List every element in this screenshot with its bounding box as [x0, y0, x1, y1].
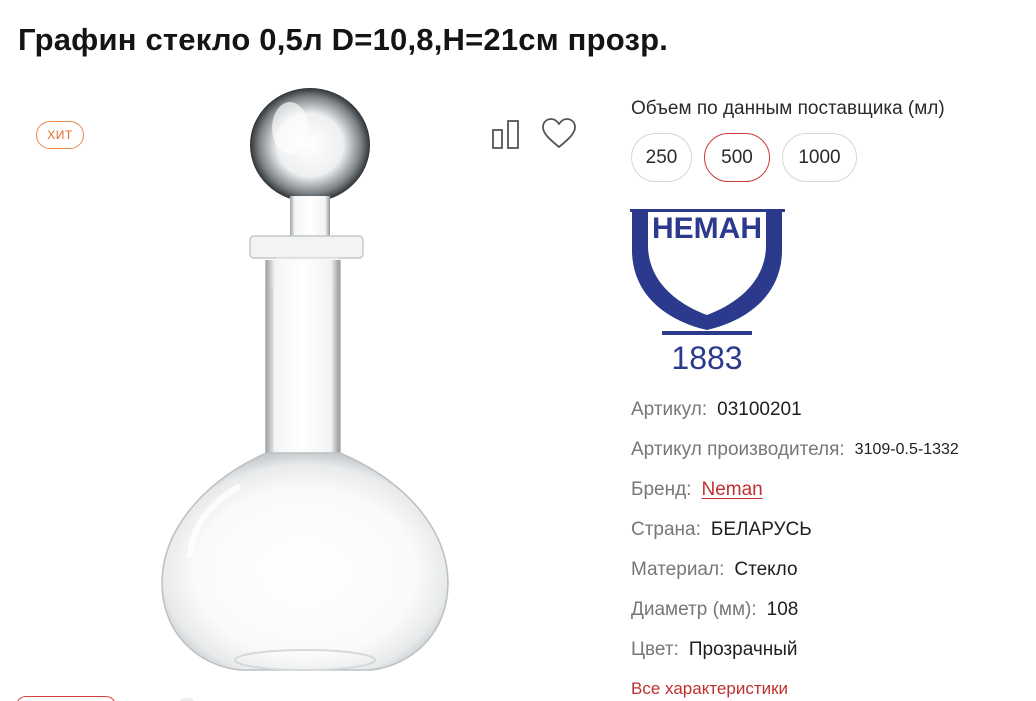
spec-label: Материал: [631, 559, 725, 580]
spec-row-article: Артикул: 03100201 [631, 390, 1031, 430]
product-options: Объем по данным поставщика (мл) 250 500 … [631, 90, 1031, 182]
spec-label: Страна: [631, 519, 701, 540]
product-specs: Артикул: 03100201 Артикул производителя:… [631, 390, 1031, 670]
spec-value: 3109-0.5-1332 [854, 441, 959, 458]
spec-row-material: Материал: Стекло [631, 550, 1031, 590]
page-title: Графин стекло 0,5л D=10,8,H=21см прозр. [18, 22, 669, 57]
volume-option-500[interactable]: 500 [704, 133, 770, 182]
decanter-image [161, 88, 449, 671]
svg-text:1883: 1883 [671, 340, 742, 375]
spec-label: Артикул производителя: [631, 439, 845, 460]
spec-row-manufacturer-article: Артикул производителя: 3109-0.5-1332 [631, 430, 1031, 470]
product-gallery: ХИТ [0, 88, 600, 701]
spec-row-diameter: Диаметр (мм): 108 [631, 590, 1031, 630]
spec-value: Стекло [734, 559, 798, 580]
spec-row-brand: Бренд: Neman [631, 470, 1031, 510]
spec-row-country: Страна: БЕЛАРУСЬ [631, 510, 1031, 550]
volume-label: Объем по данным поставщика (мл) [631, 98, 945, 119]
spec-value: 108 [766, 599, 799, 620]
spec-value: 03100201 [717, 399, 802, 420]
spec-label: Артикул: [631, 399, 708, 420]
spec-value: Прозрачный [688, 639, 798, 660]
volume-options: 250 500 1000 [631, 133, 1031, 182]
spec-label: Диаметр (мм): [631, 599, 757, 620]
all-specs-link[interactable]: Все характеристики [631, 679, 788, 699]
spec-label: Цвет: [631, 639, 679, 660]
volume-option-1000[interactable]: 1000 [782, 133, 857, 182]
heart-icon[interactable] [540, 116, 578, 152]
brand-link[interactable]: Neman [701, 479, 762, 501]
hit-badge: ХИТ [36, 121, 84, 149]
neman-brand-logo: НЕМАН 1883 [630, 209, 785, 375]
volume-option-250[interactable]: 250 [631, 133, 692, 182]
compare-bars-icon[interactable] [490, 117, 526, 151]
bottom-badge-partial [16, 696, 116, 701]
spec-label: Бренд: [631, 479, 692, 500]
svg-text:НЕМАН: НЕМАН [652, 212, 762, 245]
spec-value: БЕЛАРУСЬ [710, 519, 812, 540]
spec-row-color: Цвет: Прозрачный [631, 630, 1031, 670]
